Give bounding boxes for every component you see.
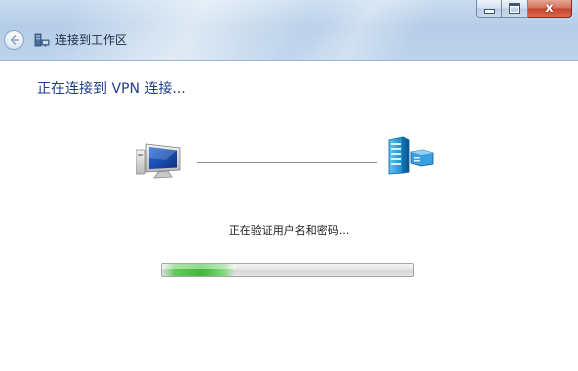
page-heading: 正在连接到 VPN 连接... xyxy=(37,81,186,97)
back-arrow-icon xyxy=(10,35,19,45)
window-title: 连接到工作区 xyxy=(55,33,128,47)
caption-buttons: x xyxy=(476,0,572,19)
progress-fill xyxy=(162,264,235,276)
connection-line xyxy=(197,162,377,163)
progress-bar xyxy=(161,263,414,277)
network-icon xyxy=(34,33,50,47)
maximize-button[interactable] xyxy=(502,0,528,18)
maximize-icon xyxy=(509,3,520,14)
computer-icon xyxy=(136,143,181,179)
close-button[interactable]: x xyxy=(528,0,572,18)
window-chrome: x 连接到工作区 xyxy=(0,0,578,61)
close-icon: x xyxy=(545,1,554,16)
vpn-connect-window: x 连接到工作区 正在连接到 VPN 连接... 正在验证用户名和密码... xyxy=(0,0,578,371)
back-button[interactable] xyxy=(4,30,24,50)
minimize-icon xyxy=(483,9,495,14)
minimize-button[interactable] xyxy=(476,0,502,18)
status-message: 正在验证用户名和密码... xyxy=(228,224,350,237)
server-icon xyxy=(388,136,434,175)
